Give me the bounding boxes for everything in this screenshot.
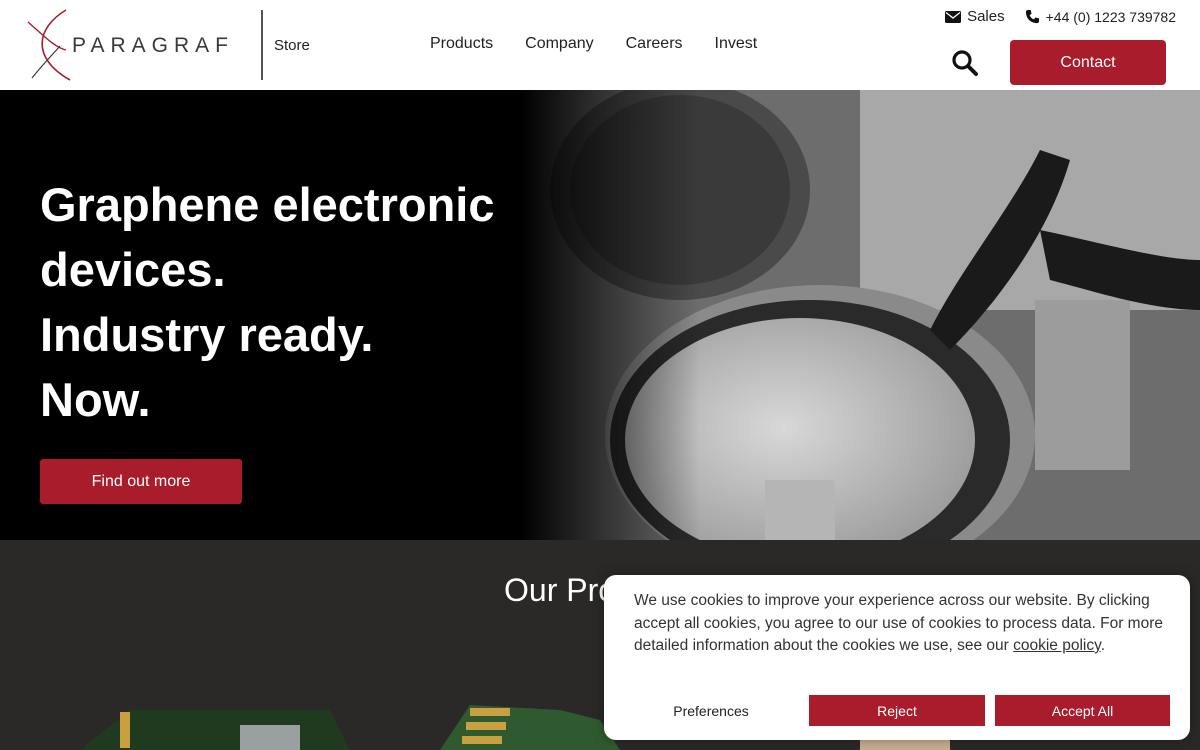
logo-wordmark: PARAGRAF	[72, 34, 234, 57]
header-divider	[261, 10, 263, 80]
accept-all-button[interactable]: Accept All	[995, 695, 1170, 726]
cookie-suffix: .	[1100, 637, 1106, 654]
cookie-policy-link[interactable]: cookie policy	[1013, 637, 1101, 654]
hero-line-4: Now.	[40, 373, 151, 426]
store-link[interactable]: Store	[274, 37, 310, 54]
phone-link[interactable]: +44 (0) 1223 739782	[1025, 9, 1176, 25]
nav-invest[interactable]: Invest	[715, 35, 758, 53]
phone-number: +44 (0) 1223 739782	[1045, 8, 1176, 25]
page: PARAGRAF Store Products Company Careers …	[0, 0, 1200, 750]
cookie-banner: We use cookies to improve your experienc…	[604, 575, 1190, 740]
main-nav: Products Company Careers Invest	[430, 35, 789, 53]
nav-company[interactable]: Company	[525, 35, 593, 53]
cookie-message: We use cookies to improve your experienc…	[634, 590, 1164, 658]
sales-label: Sales	[967, 8, 1005, 25]
search-icon	[952, 50, 978, 76]
nav-careers[interactable]: Careers	[626, 35, 683, 53]
hero-headline: Graphene electronic devices. Industry re…	[40, 172, 640, 432]
hero-section: Graphene electronic devices. Industry re…	[0, 90, 1200, 540]
nav-products[interactable]: Products	[430, 35, 493, 53]
preferences-button[interactable]: Preferences	[634, 695, 788, 726]
contact-button[interactable]: Contact	[1010, 40, 1166, 85]
search-button[interactable]	[951, 49, 979, 77]
hero-line-1: Graphene electronic	[40, 178, 495, 231]
find-out-more-button[interactable]: Find out more	[40, 459, 242, 504]
site-header: PARAGRAF Store Products Company Careers …	[0, 0, 1200, 90]
sales-email-link[interactable]: Sales	[945, 8, 1005, 25]
hero-line-3: Industry ready.	[40, 308, 374, 361]
hero-line-2: devices.	[40, 243, 226, 296]
contact-info: Sales +44 (0) 1223 739782	[925, 8, 1176, 25]
reject-button[interactable]: Reject	[809, 695, 985, 726]
phone-icon	[1025, 9, 1039, 24]
paragraf-logo[interactable]: PARAGRAF	[26, 8, 241, 82]
envelope-icon	[945, 10, 962, 23]
